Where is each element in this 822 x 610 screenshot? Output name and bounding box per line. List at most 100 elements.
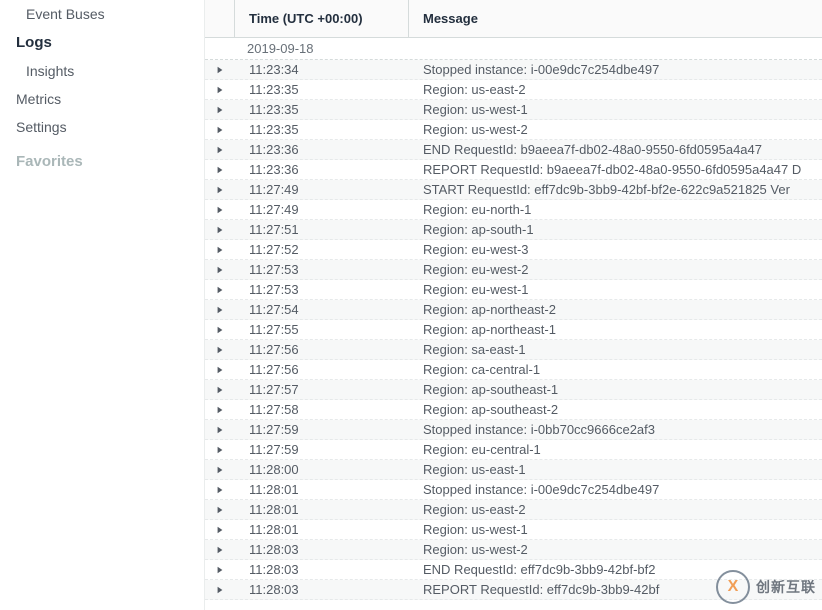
log-message: Region: eu-west-1 xyxy=(409,282,822,297)
expand-icon[interactable] xyxy=(205,566,235,574)
log-time: 11:27:56 xyxy=(235,342,409,357)
log-message: Region: ap-south-1 xyxy=(409,222,822,237)
log-time: 11:28:03 xyxy=(235,542,409,557)
log-date: 2019-09-18 xyxy=(205,41,314,56)
expand-icon[interactable] xyxy=(205,486,235,494)
log-time: 11:28:01 xyxy=(235,522,409,537)
expand-icon[interactable] xyxy=(205,306,235,314)
log-row[interactable]: 11:27:51Region: ap-south-1 xyxy=(205,220,822,240)
sidebar-item-metrics[interactable]: Metrics xyxy=(8,85,204,113)
log-time: 11:28:01 xyxy=(235,482,409,497)
log-time: 11:27:55 xyxy=(235,322,409,337)
log-message: Region: us-west-2 xyxy=(409,122,822,137)
log-message: Region: ap-southeast-2 xyxy=(409,402,822,417)
expand-icon[interactable] xyxy=(205,406,235,414)
log-row[interactable]: 11:27:53Region: eu-west-1 xyxy=(205,280,822,300)
expand-icon[interactable] xyxy=(205,506,235,514)
log-row[interactable]: 11:27:54Region: ap-northeast-2 xyxy=(205,300,822,320)
expand-icon[interactable] xyxy=(205,106,235,114)
log-message: Region: us-east-2 xyxy=(409,502,822,517)
column-time-header[interactable]: Time (UTC +00:00) xyxy=(235,0,409,37)
log-row[interactable]: 11:27:59Stopped instance: i-0bb70cc9666c… xyxy=(205,420,822,440)
log-row[interactable]: 11:23:36REPORT RequestId: b9aeea7f-db02-… xyxy=(205,160,822,180)
log-row[interactable]: 11:28:01Region: us-east-2 xyxy=(205,500,822,520)
log-message: Region: ca-central-1 xyxy=(409,362,822,377)
expand-icon[interactable] xyxy=(205,546,235,554)
log-row[interactable]: 11:27:55Region: ap-northeast-1 xyxy=(205,320,822,340)
log-row[interactable]: 11:28:03Region: us-west-2 xyxy=(205,540,822,560)
expand-icon[interactable] xyxy=(205,126,235,134)
log-row[interactable]: 11:27:49Region: eu-north-1 xyxy=(205,200,822,220)
expand-icon[interactable] xyxy=(205,186,235,194)
log-time: 11:23:35 xyxy=(235,102,409,117)
log-row[interactable]: 11:28:00Region: us-east-1 xyxy=(205,460,822,480)
log-time: 11:27:59 xyxy=(235,422,409,437)
log-date-row: 2019-09-18 xyxy=(205,38,822,60)
log-time: 11:23:36 xyxy=(235,162,409,177)
log-message: Region: ap-southeast-1 xyxy=(409,382,822,397)
expand-icon[interactable] xyxy=(205,326,235,334)
log-row[interactable]: 11:28:01Stopped instance: i-00e9dc7c254d… xyxy=(205,480,822,500)
log-row[interactable]: 11:27:49START RequestId: eff7dc9b-3bb9-4… xyxy=(205,180,822,200)
sidebar-item-event-buses[interactable]: Event Buses xyxy=(8,0,204,28)
expand-icon[interactable] xyxy=(205,346,235,354)
log-time: 11:28:03 xyxy=(235,582,409,597)
expand-icon[interactable] xyxy=(205,386,235,394)
log-row[interactable]: 11:27:58Region: ap-southeast-2 xyxy=(205,400,822,420)
expand-icon[interactable] xyxy=(205,226,235,234)
log-row[interactable]: 11:23:35Region: us-west-2 xyxy=(205,120,822,140)
expand-icon[interactable] xyxy=(205,526,235,534)
log-row[interactable]: 11:27:59Region: eu-central-1 xyxy=(205,440,822,460)
log-message: Stopped instance: i-00e9dc7c254dbe497 xyxy=(409,482,822,497)
expand-icon[interactable] xyxy=(205,86,235,94)
sidebar: Event Buses Logs Insights Metrics Settin… xyxy=(0,0,205,610)
sidebar-item-settings[interactable]: Settings xyxy=(8,113,204,141)
log-row[interactable]: 11:27:56Region: sa-east-1 xyxy=(205,340,822,360)
log-message: Stopped instance: i-0bb70cc9666ce2af3 xyxy=(409,422,822,437)
log-time: 11:27:54 xyxy=(235,302,409,317)
log-time: 11:27:59 xyxy=(235,442,409,457)
expand-icon[interactable] xyxy=(205,266,235,274)
expand-icon[interactable] xyxy=(205,426,235,434)
log-time: 11:23:34 xyxy=(235,62,409,77)
log-row[interactable]: 11:23:36END RequestId: b9aeea7f-db02-48a… xyxy=(205,140,822,160)
expand-icon[interactable] xyxy=(205,66,235,74)
expand-icon[interactable] xyxy=(205,446,235,454)
log-table-body: 11:23:34 Stopped instance: i-00e9dc7c254d… xyxy=(205,60,822,610)
log-time: 11:27:57 xyxy=(235,382,409,397)
log-row[interactable]: 11:23:34Stopped instance: i-00e9dc7c254d… xyxy=(205,60,822,80)
log-row[interactable]: 11:28:01Region: us-west-1 xyxy=(205,520,822,540)
expand-icon[interactable] xyxy=(205,166,235,174)
log-row[interactable]: 11:23:35Region: us-east-2 xyxy=(205,80,822,100)
expand-icon[interactable] xyxy=(205,246,235,254)
expand-icon[interactable] xyxy=(205,366,235,374)
log-message: Region: us-west-2 xyxy=(409,542,822,557)
log-message: END RequestId: b9aeea7f-db02-48a0-9550-6… xyxy=(409,142,822,157)
log-message: Region: us-east-1 xyxy=(409,462,822,477)
watermark: X 创新互联 xyxy=(716,570,816,604)
log-message: Region: sa-east-1 xyxy=(409,342,822,357)
expand-icon[interactable] xyxy=(205,466,235,474)
expand-icon[interactable] xyxy=(205,286,235,294)
sidebar-item-logs[interactable]: Logs xyxy=(8,28,204,57)
log-row[interactable]: 11:27:56Region: ca-central-1 xyxy=(205,360,822,380)
sidebar-item-favorites[interactable]: Favorites xyxy=(8,141,204,176)
expand-icon[interactable] xyxy=(205,146,235,154)
expand-icon[interactable] xyxy=(205,586,235,594)
log-row[interactable]: 11:27:52Region: eu-west-3 xyxy=(205,240,822,260)
log-table-header: Time (UTC +00:00) Message xyxy=(205,0,822,38)
log-time: 11:23:36 xyxy=(235,142,409,157)
expand-icon[interactable] xyxy=(205,206,235,214)
log-message: Region: eu-west-3 xyxy=(409,242,822,257)
column-message-header[interactable]: Message xyxy=(409,0,822,37)
log-row[interactable]: 11:27:53Region: eu-west-2 xyxy=(205,260,822,280)
log-time: 11:27:49 xyxy=(235,182,409,197)
log-message: Region: eu-north-1 xyxy=(409,202,822,217)
sidebar-item-insights[interactable]: Insights xyxy=(8,57,204,85)
log-time: 11:27:58 xyxy=(235,402,409,417)
log-message: Region: us-west-1 xyxy=(409,102,822,117)
log-time: 11:27:52 xyxy=(235,242,409,257)
log-time: 11:28:01 xyxy=(235,502,409,517)
log-row[interactable]: 11:23:35Region: us-west-1 xyxy=(205,100,822,120)
log-row[interactable]: 11:27:57Region: ap-southeast-1 xyxy=(205,380,822,400)
